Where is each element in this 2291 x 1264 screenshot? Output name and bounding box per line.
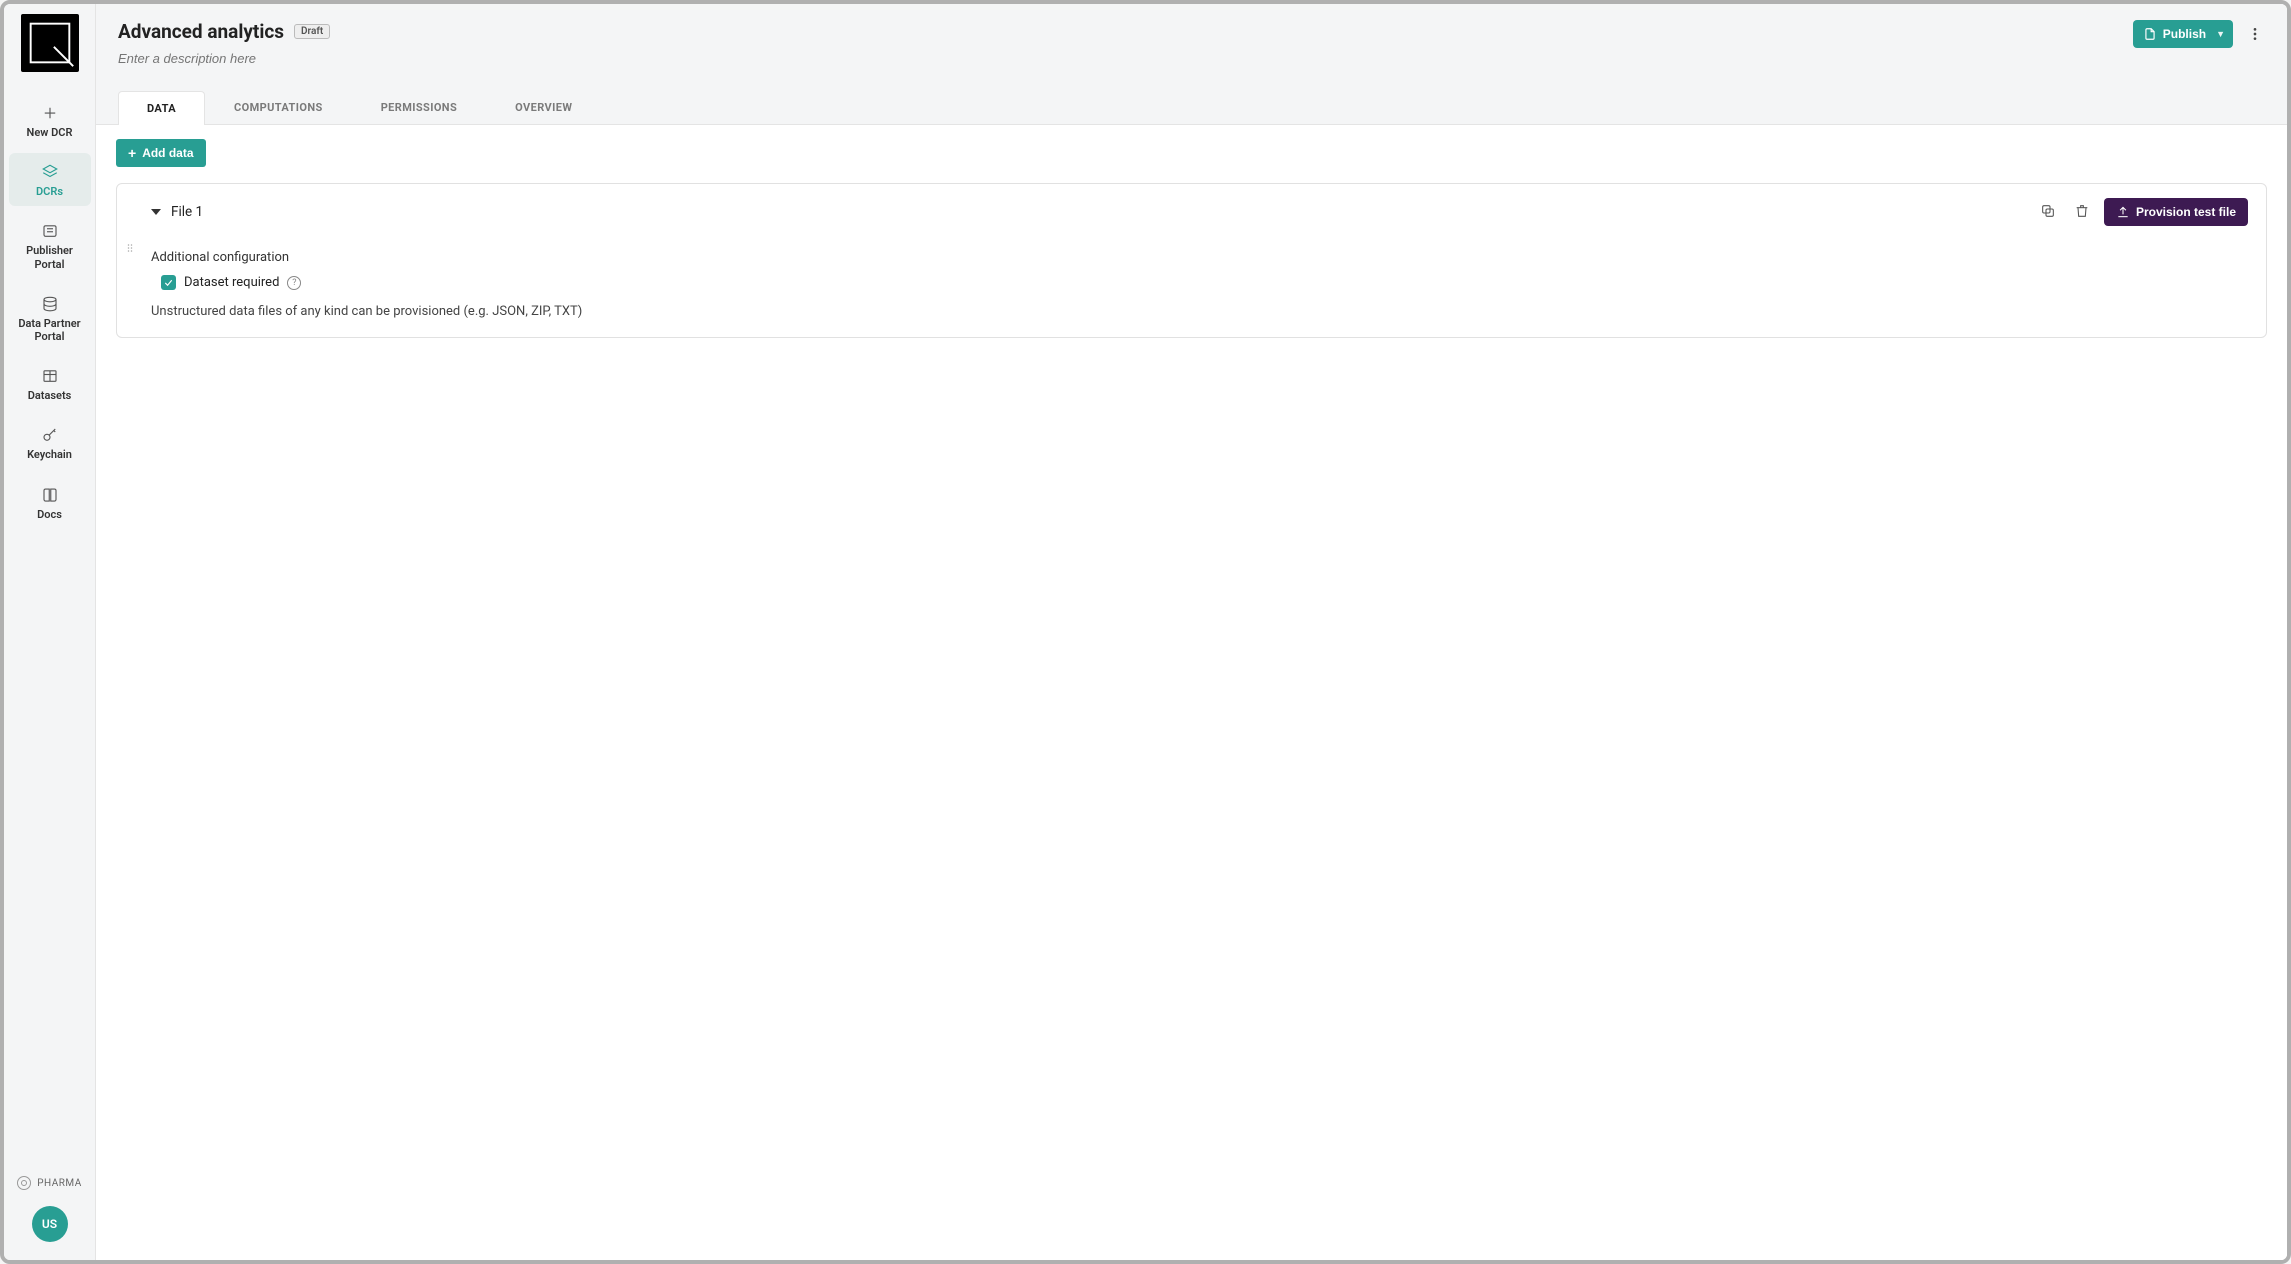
sidebar-item-label: Datasets xyxy=(28,389,72,402)
tabs: DATA COMPUTATIONS PERMISSIONS OVERVIEW xyxy=(118,90,2265,124)
more-vertical-icon xyxy=(2247,26,2263,42)
database-icon xyxy=(41,295,59,313)
sidebar-item-new-dcr[interactable]: New DCR xyxy=(9,94,91,147)
tab-data[interactable]: DATA xyxy=(118,91,205,125)
page-title: Advanced analytics xyxy=(118,20,284,43)
sidebar-item-label: Data Partner Portal xyxy=(11,317,89,343)
more-menu-button[interactable] xyxy=(2241,20,2269,48)
additional-config-label: Additional configuration xyxy=(151,250,2248,265)
user-avatar[interactable]: US xyxy=(32,1206,68,1242)
key-icon xyxy=(41,426,59,444)
sidebar-item-keychain[interactable]: Keychain xyxy=(9,416,91,469)
news-icon xyxy=(41,222,59,240)
trash-icon xyxy=(2074,203,2090,219)
tab-label: PERMISSIONS xyxy=(381,101,457,114)
sidebar-item-label: New DCR xyxy=(27,126,73,139)
plus-icon: + xyxy=(128,146,136,160)
duplicate-button[interactable] xyxy=(2036,199,2060,226)
data-card: File 1 xyxy=(116,183,2267,338)
card-hint: Unstructured data files of any kind can … xyxy=(151,304,2248,319)
sidebar-item-label: Publisher Portal xyxy=(11,244,89,270)
sidebar-item-docs[interactable]: Docs xyxy=(9,476,91,529)
help-icon[interactable]: ? xyxy=(287,276,301,290)
sidebar-item-label: Docs xyxy=(37,508,62,521)
add-data-label: Add data xyxy=(142,146,193,160)
tab-label: COMPUTATIONS xyxy=(234,101,323,114)
sidebar-item-label: DCRs xyxy=(36,185,63,198)
add-data-button[interactable]: + Add data xyxy=(116,139,206,167)
sidebar-item-publisher-portal[interactable]: Publisher Portal xyxy=(9,212,91,278)
layers-icon xyxy=(41,163,59,181)
publish-button[interactable]: Publish ▼ xyxy=(2133,20,2233,48)
chevron-down-icon xyxy=(151,209,161,215)
tab-overview[interactable]: OVERVIEW xyxy=(486,90,601,124)
tab-computations[interactable]: COMPUTATIONS xyxy=(205,90,352,124)
provision-label: Provision test file xyxy=(2136,205,2236,219)
org-label: PHARMA xyxy=(37,1178,82,1189)
sidebar-item-dcrs[interactable]: DCRs xyxy=(9,153,91,206)
check-icon xyxy=(163,277,174,288)
dataset-required-checkbox[interactable] xyxy=(161,275,176,290)
app-logo xyxy=(21,14,79,72)
file-icon xyxy=(2143,27,2157,41)
table-icon xyxy=(41,367,59,385)
tab-label: DATA xyxy=(147,102,176,115)
plus-icon xyxy=(41,104,59,122)
tab-content: + Add data File 1 xyxy=(96,125,2287,1260)
status-badge: Draft xyxy=(294,24,330,39)
sidebar: New DCR DCRs Publisher Portal Data Partn… xyxy=(4,4,96,1260)
sidebar-item-label: Keychain xyxy=(27,448,72,461)
copy-icon xyxy=(2040,203,2056,219)
upload-icon xyxy=(2116,205,2130,219)
provision-button[interactable]: Provision test file xyxy=(2104,198,2248,226)
main: Advanced analytics Draft Publish ▼ xyxy=(96,4,2287,1260)
delete-button[interactable] xyxy=(2070,199,2094,226)
chevron-down-icon: ▼ xyxy=(2216,29,2225,39)
card-toggle[interactable]: File 1 xyxy=(151,204,203,220)
org-badge[interactable]: PHARMA xyxy=(4,1170,95,1196)
tab-label: OVERVIEW xyxy=(515,101,572,114)
sidebar-item-datasets[interactable]: Datasets xyxy=(9,357,91,410)
page-header: Advanced analytics Draft Publish ▼ xyxy=(96,4,2287,125)
drag-handle-icon[interactable] xyxy=(124,242,136,254)
book-icon xyxy=(41,486,59,504)
dataset-required-label: Dataset required xyxy=(184,275,279,290)
tab-permissions[interactable]: PERMISSIONS xyxy=(352,90,486,124)
card-title: File 1 xyxy=(171,204,203,220)
publish-label: Publish xyxy=(2163,27,2206,41)
globe-icon xyxy=(17,1176,31,1190)
sidebar-item-data-partner-portal[interactable]: Data Partner Portal xyxy=(9,285,91,351)
description-input[interactable] xyxy=(118,49,518,80)
avatar-initials: US xyxy=(42,1217,57,1231)
